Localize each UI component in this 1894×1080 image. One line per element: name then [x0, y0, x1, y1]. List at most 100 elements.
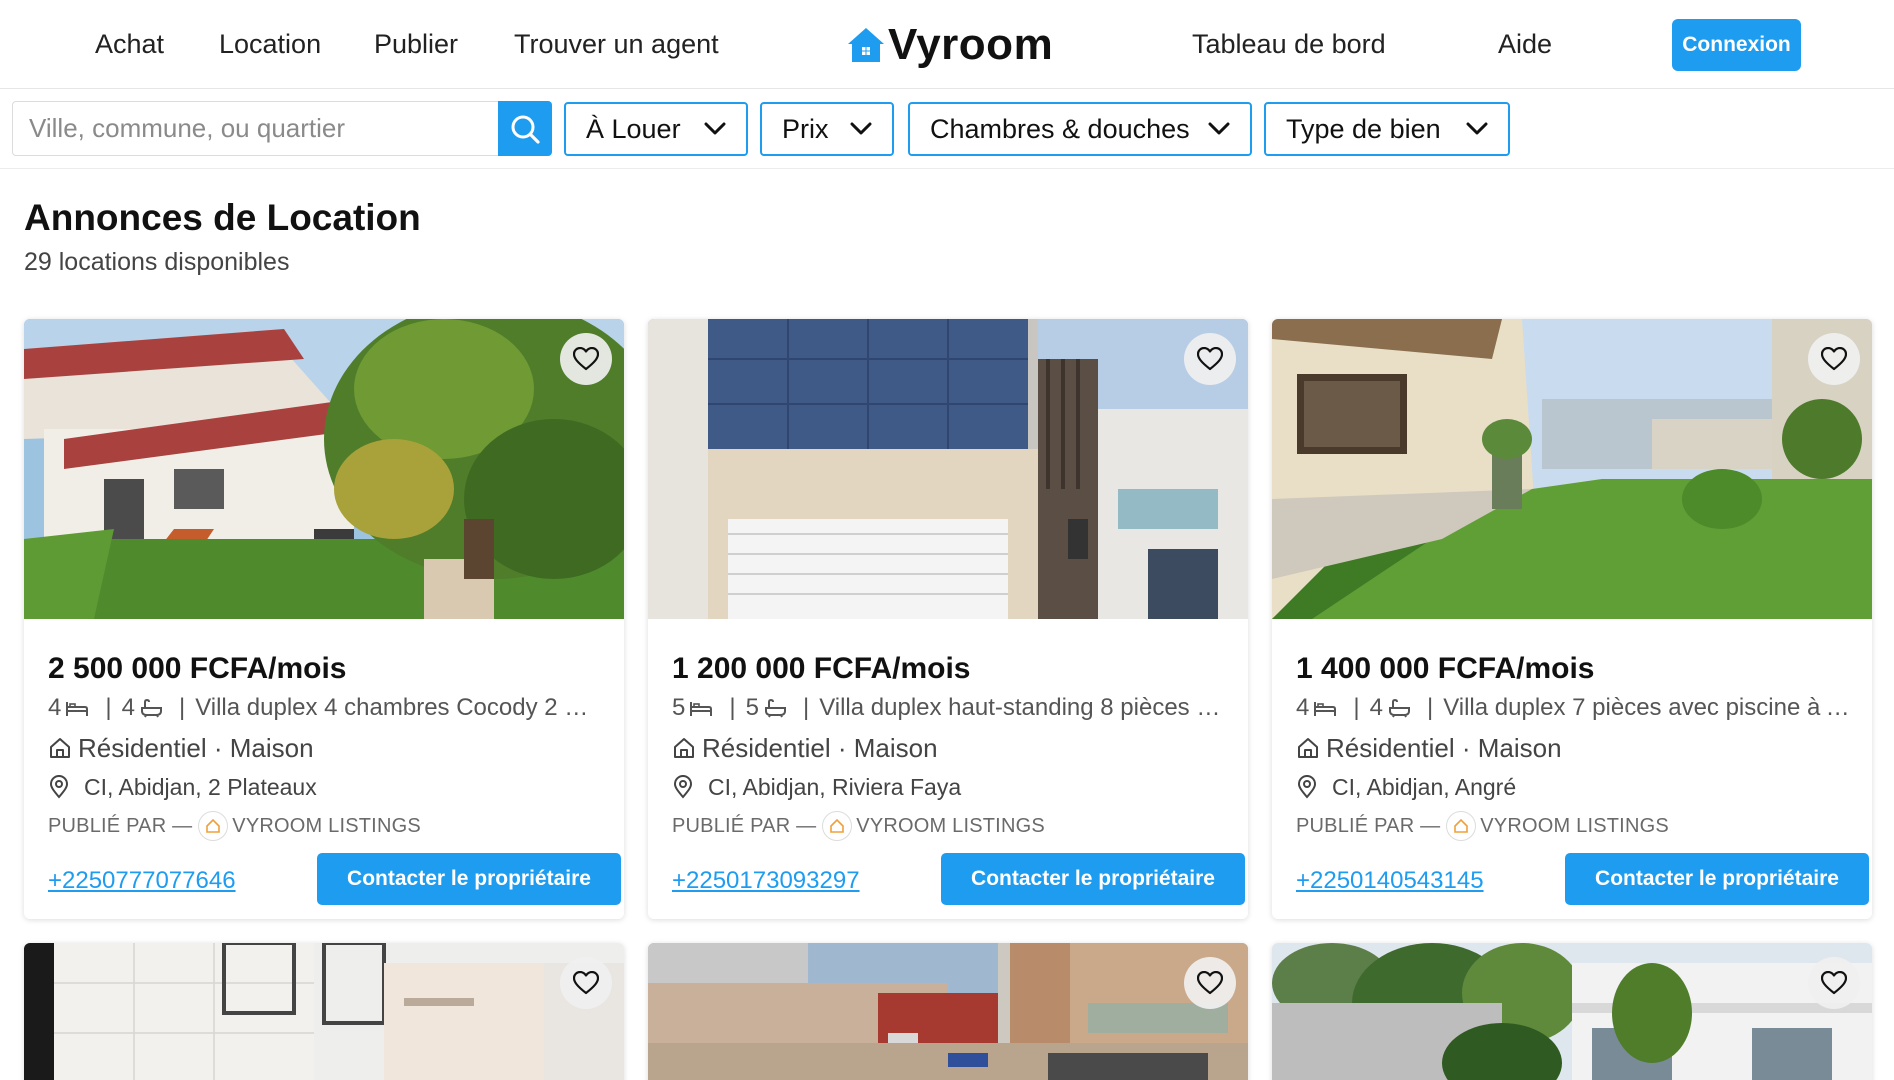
- top-navbar: Achat Location Publier Trouver un agent …: [0, 0, 1894, 89]
- publisher-prefix: PUBLIÉ PAR —: [672, 815, 817, 837]
- chevron-down-icon: [704, 122, 726, 135]
- listing-location: CI, Abidjan, Angré: [1296, 772, 1516, 802]
- listing-photo[interactable]: [1272, 943, 1872, 1080]
- brand-logo[interactable]: Vyroom: [846, 18, 1053, 72]
- listing-photo[interactable]: [648, 319, 1248, 619]
- listing-photo-image: [648, 319, 1248, 619]
- listing-card[interactable]: 2 500 000 FCFA/mois 4 | 4 | Villa duplex…: [24, 319, 624, 919]
- publisher-house-icon: [206, 818, 221, 833]
- chevron-down-icon: [850, 122, 872, 135]
- filter-property-type-dropdown[interactable]: Type de bien: [1264, 102, 1510, 156]
- favorite-button[interactable]: [1184, 957, 1236, 1009]
- publisher-house-icon: [1454, 818, 1469, 833]
- heart-icon: [1197, 971, 1223, 995]
- separator: |: [1353, 694, 1360, 721]
- separator: |: [802, 694, 810, 721]
- search-input[interactable]: [12, 101, 498, 156]
- contact-owner-button[interactable]: Contacter le propriétaire: [941, 853, 1245, 905]
- nav-link-tableau-de-bord[interactable]: Tableau de bord: [1192, 27, 1386, 61]
- page-title: Annonces de Location: [24, 197, 421, 238]
- dropdown-label: Chambres & douches: [930, 113, 1190, 144]
- separator: |: [729, 694, 736, 721]
- heart-icon: [573, 971, 599, 995]
- bed-count: 4: [48, 694, 62, 721]
- listing-photo[interactable]: [1272, 319, 1872, 619]
- publisher-avatar: [822, 811, 853, 841]
- listing-location: CI, Abidjan, 2 Plateaux: [48, 772, 317, 802]
- listing-price: 1 400 000 FCFA/mois: [1296, 652, 1595, 685]
- publisher-name[interactable]: VYROOM LISTINGS: [1480, 813, 1669, 839]
- location-text: CI, Abidjan, Riviera Faya: [708, 774, 962, 800]
- listing-card[interactable]: [648, 943, 1248, 1080]
- location-pin-icon: [1297, 775, 1317, 799]
- listing-specs: 5 | 5 | Villa duplex haut-standing 8 piè…: [672, 693, 1228, 723]
- publisher-name[interactable]: VYROOM LISTINGS: [856, 813, 1045, 839]
- nav-link-location[interactable]: Location: [219, 27, 321, 61]
- category-text: Résidentiel · Maison: [702, 733, 938, 763]
- listing-description: Villa duplex 7 pièces avec piscine à Ang…: [1443, 694, 1852, 721]
- bed-icon: [1314, 702, 1337, 716]
- bath-icon: [764, 698, 786, 718]
- filter-price-dropdown[interactable]: Prix: [760, 102, 894, 156]
- home-outline-icon: [1298, 738, 1318, 758]
- favorite-button[interactable]: [1808, 333, 1860, 385]
- contact-owner-button[interactable]: Contacter le propriétaire: [1565, 853, 1869, 905]
- bath-count: 5: [745, 694, 759, 721]
- bath-count: 4: [1369, 694, 1383, 721]
- dropdown-label: Type de bien: [1286, 113, 1441, 144]
- heart-icon: [573, 347, 599, 371]
- listing-photo[interactable]: [24, 319, 624, 619]
- home-outline-icon: [50, 738, 70, 758]
- listing-photo-image: [1272, 943, 1872, 1080]
- listing-photo[interactable]: [24, 943, 624, 1080]
- publisher-avatar: [1446, 811, 1477, 841]
- listing-card[interactable]: 1 200 000 FCFA/mois 5 | 5 | Villa duplex…: [648, 319, 1248, 919]
- search-icon: [511, 115, 540, 144]
- login-button[interactable]: Connexion: [1672, 19, 1801, 71]
- bath-count: 4: [121, 694, 135, 721]
- category-text: Résidentiel · Maison: [1326, 733, 1562, 763]
- filter-listing-type-dropdown[interactable]: À Louer: [564, 102, 748, 156]
- location-pin-icon: [673, 775, 693, 799]
- location-text: CI, Abidjan, 2 Plateaux: [84, 774, 317, 800]
- location-text: CI, Abidjan, Angré: [1332, 774, 1517, 800]
- favorite-button[interactable]: [560, 333, 612, 385]
- location-pin-icon: [49, 775, 69, 799]
- listing-card[interactable]: 1 400 000 FCFA/mois 4 | 4 | Villa duplex…: [1272, 319, 1872, 919]
- listing-specs: 4 | 4 | Villa duplex 4 chambres Cocody 2…: [48, 693, 604, 723]
- favorite-button[interactable]: [1808, 957, 1860, 1009]
- bath-icon: [1388, 698, 1410, 718]
- nav-link-publier[interactable]: Publier: [374, 27, 458, 61]
- nav-link-trouver-agent[interactable]: Trouver un agent: [514, 27, 719, 61]
- listing-description: Villa duplex haut-standing 8 pièces - Ri…: [819, 694, 1228, 721]
- search-button[interactable]: [498, 101, 552, 156]
- separator: |: [105, 694, 112, 721]
- publisher-name[interactable]: VYROOM LISTINGS: [232, 813, 421, 839]
- nav-link-achat[interactable]: Achat: [95, 27, 164, 61]
- publisher-prefix: PUBLIÉ PAR —: [1296, 815, 1441, 837]
- listing-card[interactable]: [1272, 943, 1872, 1080]
- house-logo-icon: [848, 28, 884, 62]
- heart-icon: [1821, 971, 1847, 995]
- favorite-button[interactable]: [1184, 333, 1236, 385]
- nav-link-aide[interactable]: Aide: [1498, 27, 1552, 61]
- phone-link[interactable]: +2250140543145: [1296, 866, 1484, 896]
- listing-photo[interactable]: [648, 943, 1248, 1080]
- listing-card[interactable]: [24, 943, 624, 1080]
- publisher-line: PUBLIÉ PAR — VYROOM LISTINGS: [1296, 811, 1669, 841]
- phone-link[interactable]: +2250777077646: [48, 866, 236, 896]
- bed-count: 5: [672, 694, 686, 721]
- favorite-button[interactable]: [560, 957, 612, 1009]
- listing-category: Résidentiel · Maison: [1296, 732, 1562, 764]
- filter-bar: À Louer Prix Chambres & douches Type de …: [0, 90, 1894, 169]
- chevron-down-icon: [1466, 122, 1488, 135]
- listing-photo-image: [24, 319, 624, 619]
- filter-rooms-dropdown[interactable]: Chambres & douches: [908, 102, 1252, 156]
- contact-owner-button[interactable]: Contacter le propriétaire: [317, 853, 621, 905]
- bed-count: 4: [1296, 694, 1310, 721]
- phone-link[interactable]: +2250173093297: [672, 866, 860, 896]
- publisher-avatar: [198, 811, 229, 841]
- dropdown-label: Prix: [782, 113, 829, 144]
- listing-photo-image: [24, 943, 624, 1080]
- listing-description: Villa duplex 4 chambres Cocody 2 Plateau…: [195, 694, 604, 721]
